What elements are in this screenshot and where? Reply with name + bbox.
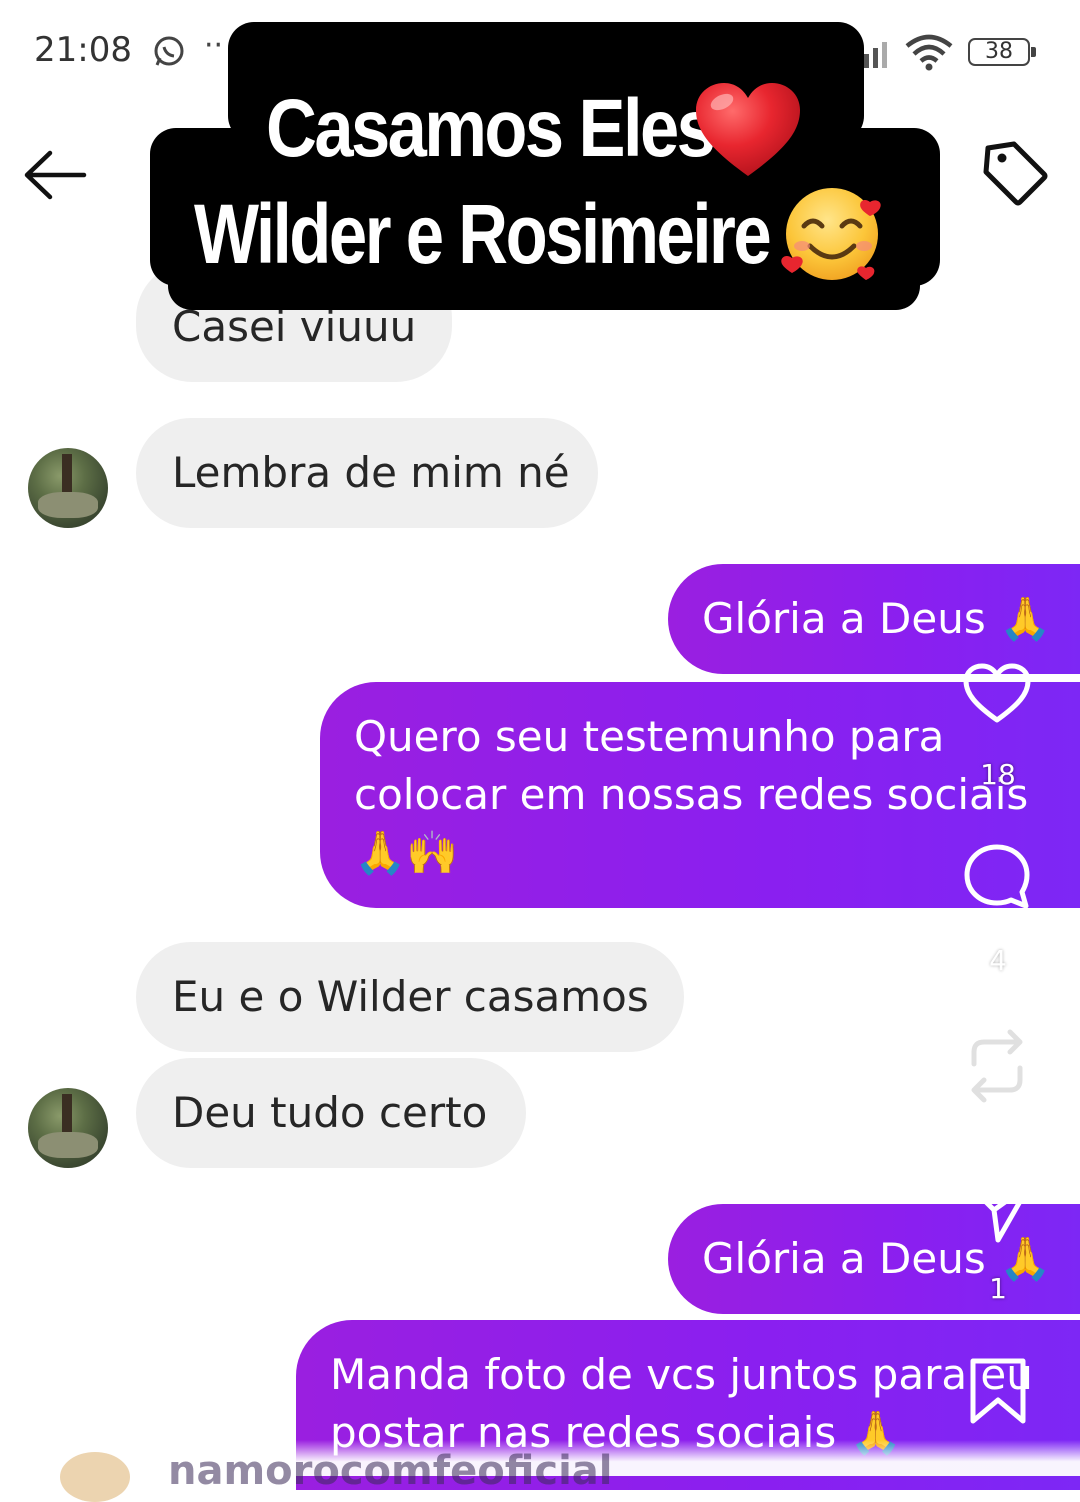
share-send-icon[interactable]: [964, 1176, 1034, 1246]
message-bubble-outgoing: Glória a Deus 🙏: [668, 564, 1080, 674]
like-heart-icon[interactable]: [962, 662, 1032, 724]
comment-bubble-icon[interactable]: [962, 842, 1032, 912]
battery-indicator: 38: [968, 38, 1036, 68]
back-arrow-icon[interactable]: [22, 150, 88, 200]
signal-icon: [864, 42, 887, 68]
smiling-face-with-hearts-emoji-icon: [781, 188, 881, 280]
message-bubble-incoming: Lembra de mim né: [136, 418, 598, 528]
shares-count: 1: [989, 1272, 1007, 1305]
whatsapp-icon: [154, 36, 184, 66]
message-text: Deu tudo certo: [172, 1088, 488, 1137]
message-text: Lembra de mim né: [172, 448, 570, 497]
avatar[interactable]: [28, 1088, 108, 1168]
caption-title-line1: Casamos Eles: [266, 83, 716, 174]
author-username[interactable]: namorocomfeoficial: [168, 1448, 613, 1494]
likes-count: 18: [980, 758, 1016, 791]
tag-icon[interactable]: [980, 138, 1050, 208]
bookmark-icon[interactable]: [968, 1356, 1028, 1426]
caption-title-line2: Wilder e Rosimeire: [194, 187, 772, 281]
repost-icon[interactable]: [962, 1026, 1032, 1106]
message-text: Eu e o Wilder casamos: [172, 972, 649, 1021]
red-heart-emoji-icon: [696, 83, 800, 176]
status-time: 21:08: [34, 30, 132, 70]
message-bubble-incoming: Eu e o Wilder casamos: [136, 942, 684, 1052]
message-bubble-incoming: Deu tudo certo: [136, 1058, 526, 1168]
author-avatar[interactable]: [60, 1452, 130, 1502]
comments-count: 4: [989, 944, 1007, 977]
wifi-icon: [905, 34, 953, 71]
avatar[interactable]: [28, 448, 108, 528]
status-more-indicator: ··: [204, 28, 224, 63]
battery-level: 38: [968, 38, 1030, 66]
message-text: Glória a Deus 🙏: [702, 594, 1052, 643]
